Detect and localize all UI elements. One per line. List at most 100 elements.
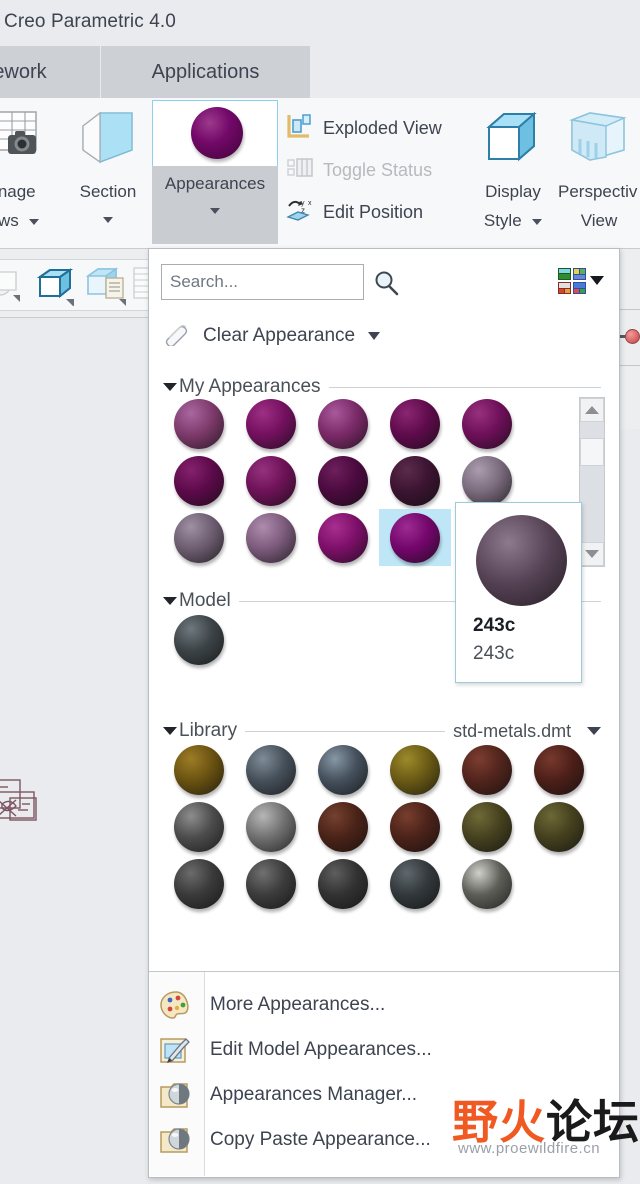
- appearance-swatch-ref-purple-7[interactable]: [235, 452, 307, 509]
- tooltip-subtitle: 243c: [473, 643, 515, 664]
- my-appearances-scrollbar[interactable]: [579, 397, 605, 567]
- menu-item-more-appearances[interactable]: More Appearances...: [149, 982, 618, 1027]
- appearance-swatch-ref-purple-6[interactable]: [163, 452, 235, 509]
- appearance-swatch-lib-olive-dark[interactable]: [451, 798, 523, 855]
- appearances-label: Appearances: [164, 174, 266, 193]
- sphere-ref-purple-12: [246, 512, 296, 563]
- edit-position-icon: y x z: [286, 196, 314, 229]
- my-appearances-collapse-triangle-icon[interactable]: [163, 383, 177, 391]
- manage-views-chevron-down-icon[interactable]: [29, 218, 40, 225]
- appearance-swatch-ref-purple-8[interactable]: [307, 452, 379, 509]
- search-input[interactable]: [162, 265, 363, 299]
- tab-applications[interactable]: Applications: [101, 46, 310, 98]
- appearance-swatch-lib-charcoal-2[interactable]: [235, 855, 307, 912]
- my-appearances-rule: [328, 386, 601, 388]
- display-style-cube-icon: [484, 110, 542, 171]
- appearance-swatch-ref-purple-4[interactable]: [379, 395, 451, 452]
- clear-appearance-chevron-down-icon[interactable]: [368, 332, 381, 340]
- exploded-view-command[interactable]: Exploded View: [286, 108, 442, 148]
- menu-item-edit-model-appearances[interactable]: Edit Model Appearances...: [149, 1027, 618, 1072]
- section-header-library[interactable]: Library std-metals.dmt: [163, 719, 609, 743]
- eraser-icon: [163, 322, 193, 351]
- sphere-lib-copper-red: [534, 744, 584, 795]
- appearance-swatch-model-dark-gray[interactable]: [163, 611, 235, 668]
- palette-chevron-down-icon[interactable]: [590, 276, 604, 285]
- appearance-swatch-lib-charcoal-1[interactable]: [163, 855, 235, 912]
- appearances-manager-icon: [149, 1072, 203, 1117]
- library-title: Library: [179, 720, 238, 741]
- scroll-down-arrow[interactable]: [580, 542, 604, 566]
- library-collapse-triangle-icon[interactable]: [163, 727, 177, 735]
- quick-toolbar-inner: [0, 259, 151, 311]
- search-box[interactable]: [161, 264, 364, 300]
- appearance-swatch-lib-steel-blue-2[interactable]: [307, 741, 379, 798]
- model-tree-node-icon[interactable]: [625, 329, 640, 344]
- appearance-swatch-lib-copper-dark[interactable]: [451, 741, 523, 798]
- appearance-swatch-ref-purple-10[interactable]: [451, 452, 523, 509]
- ribbon-group-display-style[interactable]: Display Style: [470, 98, 556, 246]
- exploded-view-icon: [286, 112, 314, 145]
- menu-label-more-appearances: More Appearances...: [210, 993, 386, 1015]
- appearance-swatch-lib-rust-2[interactable]: [379, 798, 451, 855]
- appearances-chevron-down-icon[interactable]: [210, 208, 220, 214]
- appearance-swatch-lib-gray-light[interactable]: [235, 798, 307, 855]
- appearance-swatch-lib-charcoal-4[interactable]: [379, 855, 451, 912]
- sphere-lib-gray-medium: [174, 801, 224, 852]
- menu-label-appearances-manager: Appearances Manager...: [210, 1083, 418, 1105]
- appearance-swatch-ref-purple-3[interactable]: [307, 395, 379, 452]
- appearance-swatch-ref-purple-1[interactable]: [163, 395, 235, 452]
- appearance-swatch-ref-purple-11[interactable]: [163, 509, 235, 566]
- appearance-swatch-lib-olive-dark-2[interactable]: [523, 798, 595, 855]
- ribbon-group-perspective-view[interactable]: Perspectiv View: [556, 98, 640, 246]
- scrollbar-thumb[interactable]: [580, 438, 604, 466]
- ribbon-group-appearances[interactable]: Appearances: [152, 100, 280, 246]
- model-collapse-triangle-icon[interactable]: [163, 597, 177, 605]
- appearance-swatch-lib-olive-gold[interactable]: [379, 741, 451, 798]
- library-grid: [163, 741, 607, 912]
- tab-framework[interactable]: ework: [0, 46, 100, 98]
- menu-item-appearances-manager[interactable]: Appearances Manager...: [149, 1072, 618, 1117]
- appearance-swatch-ref-purple-14[interactable]: [379, 509, 451, 566]
- appearance-swatch-lib-gray-medium[interactable]: [163, 798, 235, 855]
- shaded-with-edges-icon[interactable]: [0, 264, 28, 311]
- window-title: Creo Parametric 4.0: [4, 11, 176, 32]
- scroll-up-arrow[interactable]: [580, 398, 604, 422]
- appearance-swatch-ref-purple-13[interactable]: [307, 509, 379, 566]
- toggle-status-command[interactable]: Toggle Status: [286, 150, 432, 190]
- sphere-lib-charcoal-1: [174, 858, 224, 909]
- appearance-swatch-lib-rust[interactable]: [307, 798, 379, 855]
- appearance-swatch-lib-silver[interactable]: [451, 855, 523, 912]
- library-source-chevron-down-icon[interactable]: [587, 727, 602, 735]
- manage-views-label-1: anage: [0, 182, 36, 201]
- sphere-lib-olive-dark: [462, 801, 512, 852]
- manage-views-icon: [0, 110, 52, 171]
- appearance-sphere-icon: [191, 107, 243, 159]
- search-magnifier-icon[interactable]: [373, 269, 401, 297]
- menu-label-edit-model-appearances: Edit Model Appearances...: [210, 1038, 432, 1060]
- appearance-swatch-ref-purple-2[interactable]: [235, 395, 307, 452]
- section-chevron-down-icon[interactable]: [103, 216, 113, 223]
- display-style-quick-icon[interactable]: [36, 266, 76, 311]
- appearance-swatch-lib-brass[interactable]: [163, 741, 235, 798]
- sphere-lib-rust-2: [390, 801, 440, 852]
- appearances-button-top[interactable]: [152, 100, 278, 166]
- appearance-swatch-lib-charcoal-3[interactable]: [307, 855, 379, 912]
- appearance-swatch-ref-purple-5[interactable]: [451, 395, 523, 452]
- appearance-swatch-ref-purple-9[interactable]: [379, 452, 451, 509]
- menu-item-copy-paste-appearance[interactable]: Copy Paste Appearance...: [149, 1117, 618, 1162]
- clear-appearance-command[interactable]: Clear Appearance: [163, 319, 381, 353]
- manage-views-label-2-wrap: iews: [0, 211, 62, 231]
- ribbon-group-manage-views[interactable]: anage iews: [0, 98, 62, 246]
- appearance-swatch-ref-purple-12[interactable]: [235, 509, 307, 566]
- section-caret-wrap: [66, 211, 150, 229]
- saved-views-icon[interactable]: [85, 266, 130, 311]
- panel-footer-menu: More Appearances... Edit Model Appearanc…: [149, 971, 619, 1177]
- sphere-ref-purple-5: [462, 398, 512, 449]
- display-style-chevron-down-icon[interactable]: [532, 218, 543, 225]
- appearance-swatch-lib-steel-blue[interactable]: [235, 741, 307, 798]
- color-palette-grid-icon[interactable]: [558, 268, 586, 294]
- edit-position-command[interactable]: y x z Edit Position: [286, 192, 423, 232]
- ribbon-group-section[interactable]: Section: [66, 98, 150, 246]
- appearance-swatch-lib-copper-red[interactable]: [523, 741, 595, 798]
- appearances-button-bottom[interactable]: Appearances: [152, 166, 278, 244]
